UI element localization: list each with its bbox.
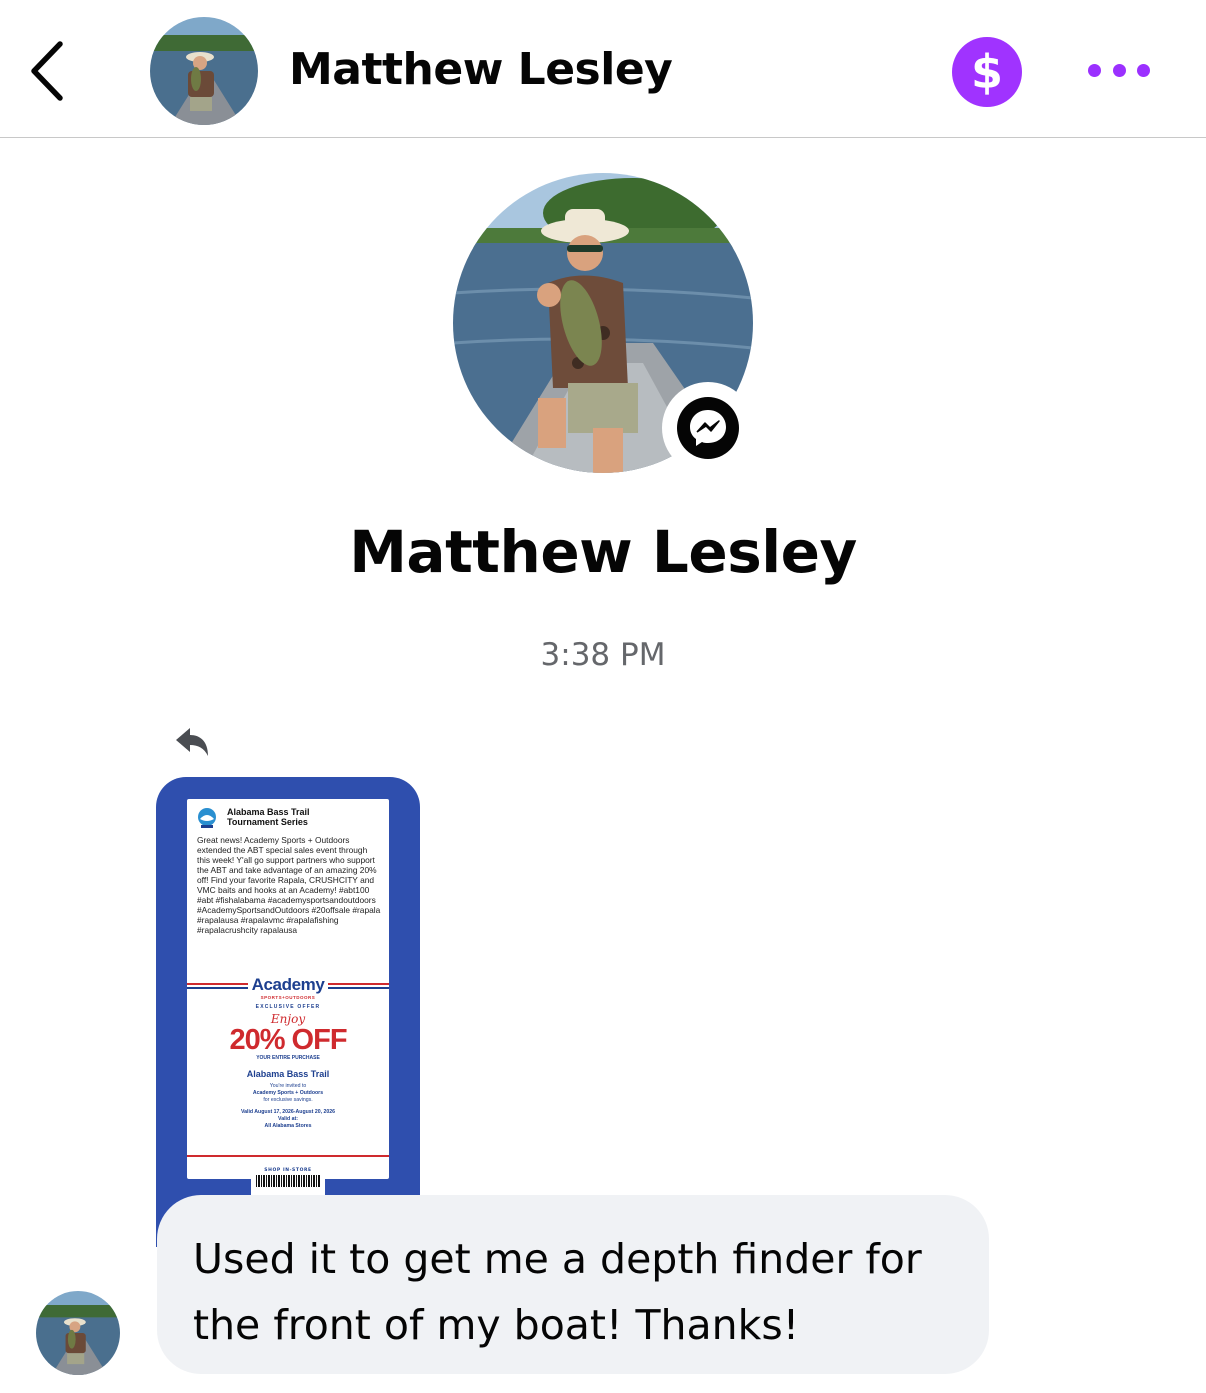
sender-avatar[interactable] [36, 1291, 120, 1375]
invite-line-3: for exclusive savings. [263, 1097, 313, 1103]
dollar-icon: $ [970, 45, 1003, 99]
more-options-button[interactable] [1088, 55, 1150, 85]
messenger-icon [690, 410, 726, 446]
reply-icon[interactable] [172, 724, 212, 760]
header-title[interactable]: Matthew Lesley [289, 44, 673, 95]
shared-post-text: Great news! Academy Sports + Outdoors ex… [197, 835, 381, 935]
academy-logo: Academy [247, 976, 329, 993]
message-text: Used it to get me a depth finder for the… [193, 1235, 922, 1349]
avatar-photo [36, 1291, 120, 1375]
promo-coupon: Academy SPORTS+OUTDOORS EXCLUSIVE OFFER … [187, 976, 389, 1179]
header-avatar[interactable] [150, 17, 258, 125]
discount-sub-label: YOUR ENTIRE PURCHASE [256, 1055, 320, 1061]
academy-logo-sub: SPORTS+OUTDOORS [260, 995, 316, 1000]
conversation-header: Matthew Lesley $ [0, 0, 1206, 138]
barcode: SHOP IN-STORE [251, 1166, 325, 1196]
message-bubble[interactable]: Used it to get me a depth finder for the… [157, 1195, 989, 1374]
chevron-left-icon [31, 41, 63, 101]
barcode-bars [256, 1175, 320, 1187]
more-dot [1137, 63, 1150, 77]
pay-button[interactable]: $ [952, 37, 1022, 107]
more-dot [1088, 63, 1101, 77]
shop-in-store-label: SHOP IN-STORE [264, 1168, 312, 1173]
shared-post-page-name: Alabama Bass Trail Tournament Series [227, 807, 310, 827]
shared-post-attachment[interactable]: Alabama Bass Trail Tournament Series Gre… [156, 777, 420, 1247]
message-timestamp: 3:38 PM [540, 637, 666, 673]
discount-label: 20% OFF [229, 1024, 347, 1056]
shared-post-content: Alabama Bass Trail Tournament Series Gre… [187, 799, 389, 1179]
page-logo-icon [198, 808, 216, 828]
valid-stores: All Alabama Stores [264, 1123, 312, 1129]
profile-name: Matthew Lesley [349, 518, 857, 586]
exclusive-offer-label: EXCLUSIVE OFFER [255, 1004, 321, 1010]
avatar-photo [150, 17, 258, 125]
more-dot [1112, 63, 1126, 77]
back-button[interactable] [18, 36, 74, 106]
messenger-badge [662, 382, 754, 474]
audience-label: Alabama Bass Trail [246, 1069, 330, 1079]
